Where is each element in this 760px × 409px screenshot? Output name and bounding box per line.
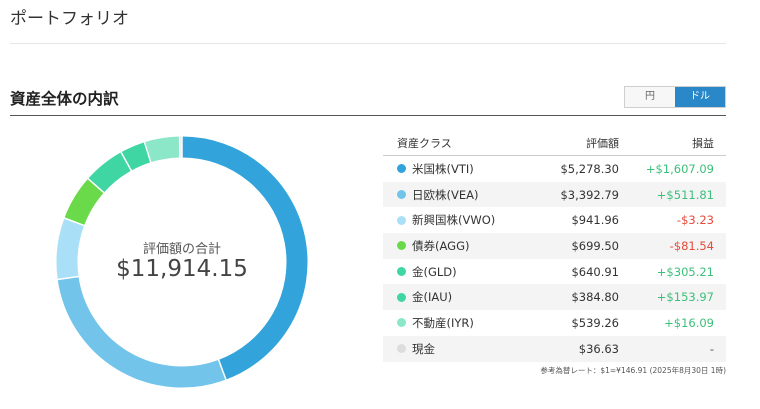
table-row: 新興国株(VWO) $941.96 -$3.23 <box>383 207 726 233</box>
asset-name: 金(GLD) <box>412 264 457 279</box>
asset-valuation: $941.96 <box>571 213 619 228</box>
legend-dot-icon <box>397 344 406 354</box>
asset-valuation: $640.91 <box>571 264 619 279</box>
asset-pnl: +$16.09 <box>664 315 714 330</box>
allocation-table: 資産クラス 評価額 損益 米国株(VTI) $5,278.30 +$1,607.09… <box>383 130 726 362</box>
asset-name: 金(IAU) <box>412 290 453 305</box>
legend-dot-icon <box>397 190 406 200</box>
asset-valuation: $3,392.79 <box>560 187 619 202</box>
header-asset-class: 資産クラス <box>397 136 452 150</box>
asset-name-cell: 金(IAU) <box>383 289 545 305</box>
total-value: $11,914.15 <box>116 256 248 282</box>
page-title: ポートフォリオ <box>10 9 129 29</box>
legend-dot-icon <box>397 164 406 174</box>
asset-pnl: +$1,607.09 <box>645 161 714 176</box>
table-row: 不動産(IYR) $539.26 +$16.09 <box>383 310 726 336</box>
asset-name-cell: 現金 <box>383 341 545 357</box>
currency-yen-button[interactable]: 円 <box>625 87 675 107</box>
total-label: 評価額の合計 <box>142 242 221 257</box>
asset-pnl: - <box>709 341 714 356</box>
asset-name: 債券(AGG) <box>412 238 470 253</box>
table-row: 日欧株(VEA) $3,392.79 +$511.81 <box>383 181 726 208</box>
asset-valuation: $384.80 <box>571 290 619 305</box>
table-row: 現金 $36.63 - <box>383 335 726 362</box>
table-body: 米国株(VTI) $5,278.30 +$1,607.09 日欧株(VEA) $3,39… <box>383 156 726 362</box>
asset-valuation: $36.63 <box>578 341 619 356</box>
asset-pnl: +$511.81 <box>656 187 714 202</box>
header-pnl: 損益 <box>692 136 714 150</box>
donut-segment <box>144 136 181 163</box>
asset-name: 現金 <box>412 341 435 356</box>
section-divider <box>10 115 726 116</box>
table-row: 金(IAU) $384.80 +$153.97 <box>383 284 726 311</box>
asset-name-cell: 新興国株(VWO) <box>383 212 545 228</box>
asset-valuation: $699.50 <box>571 238 619 253</box>
donut-segment <box>64 178 105 226</box>
legend-dot-icon <box>397 215 406 225</box>
donut-segment <box>121 142 151 171</box>
asset-pnl: -$81.54 <box>669 238 714 253</box>
header-valuation: 評価額 <box>586 136 619 150</box>
asset-name-cell: 債券(AGG) <box>383 238 545 254</box>
asset-name: 新興国株(VWO) <box>412 213 496 228</box>
asset-name-cell: 金(GLD) <box>383 264 545 280</box>
table-row: 米国株(VTI) $5,278.30 +$1,607.09 <box>383 156 726 182</box>
asset-valuation: $539.26 <box>571 315 619 330</box>
table-header: 資産クラス 評価額 損益 <box>383 130 726 156</box>
table-row: 金(GLD) $640.91 +$305.21 <box>383 259 726 285</box>
asset-name: 不動産(IYR) <box>412 315 474 330</box>
legend-dot-icon <box>397 241 406 251</box>
asset-pnl: +$305.21 <box>656 264 714 279</box>
currency-toggle: 円 ドル <box>624 86 726 108</box>
legend-dot-icon <box>397 267 406 277</box>
legend-dot-icon <box>397 318 406 328</box>
asset-name: 米国株(VTI) <box>412 161 474 176</box>
header-divider <box>10 43 726 44</box>
donut-segment <box>57 276 226 388</box>
legend-dot-icon <box>397 292 406 302</box>
section-title: 資産全体の内訳 <box>10 90 119 108</box>
currency-dollar-button[interactable]: ドル <box>675 87 725 107</box>
asset-name-cell: 不動産(IYR) <box>383 315 545 331</box>
asset-name: 日欧株(VEA) <box>412 187 479 202</box>
asset-name-cell: 米国株(VTI) <box>383 161 545 177</box>
table-row: 債券(AGG) $699.50 -$81.54 <box>383 233 726 259</box>
exchange-rate-note: 参考為替レート：$1=¥146.91 (2025年8月30日 1時) <box>540 366 726 375</box>
asset-pnl: +$153.97 <box>656 290 714 305</box>
donut-segment <box>88 152 132 193</box>
asset-pnl: -$3.23 <box>676 213 714 228</box>
asset-valuation: $5,278.30 <box>560 161 619 176</box>
asset-name-cell: 日欧株(VEA) <box>383 187 545 203</box>
